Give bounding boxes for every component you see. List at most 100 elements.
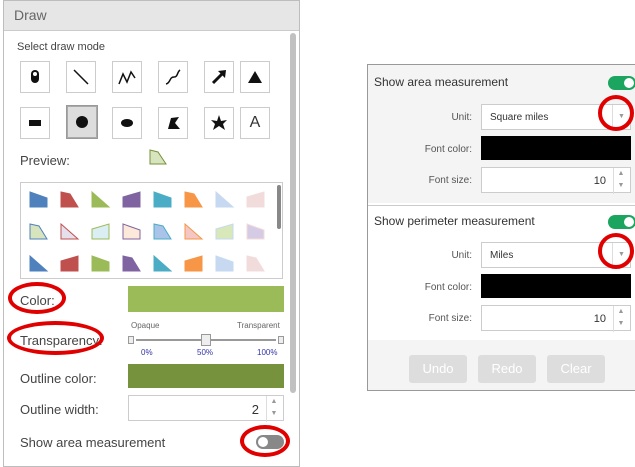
divider — [368, 205, 635, 206]
perimeter-font-size-stepper[interactable]: ▲ ▼ — [613, 306, 628, 332]
fill-symbol-option[interactable] — [122, 191, 142, 209]
transparency-slider[interactable] — [128, 334, 284, 346]
outline-color-label: Outline color: — [20, 371, 97, 386]
polyline-tool-button[interactable] — [112, 61, 142, 93]
fill-symbol-option[interactable] — [29, 255, 49, 273]
fill-symbol-option[interactable] — [246, 191, 266, 209]
freehand-line-icon — [165, 69, 181, 85]
show-perimeter-toggle[interactable] — [608, 215, 635, 229]
triangle-tool-button[interactable] — [240, 61, 270, 93]
tick-50: 50% — [197, 348, 214, 357]
tick-0: 0% — [141, 348, 153, 357]
fill-symbol-option[interactable] — [91, 191, 111, 209]
gallery-scrollbar[interactable] — [277, 185, 281, 229]
fill-symbol-option[interactable] — [153, 255, 173, 273]
polygon-tool-button[interactable] — [158, 107, 188, 139]
fill-symbol-option[interactable] — [60, 255, 80, 273]
arrow-tool-button[interactable] — [204, 61, 234, 93]
fill-symbol-option[interactable] — [91, 255, 111, 273]
outline-color-swatch[interactable] — [128, 364, 284, 388]
annotation-circle-perimeter-unit — [598, 233, 634, 269]
ellipse-icon — [121, 119, 133, 127]
fill-symbol-option[interactable] — [215, 191, 235, 209]
fill-symbol-option[interactable] — [29, 223, 49, 241]
panel-title: Draw — [4, 1, 299, 31]
circle-icon — [76, 116, 88, 128]
area-font-color-swatch[interactable] — [481, 136, 631, 160]
show-area-label: Show area measurement — [20, 435, 166, 450]
show-perimeter-label: Show perimeter measurement — [374, 214, 535, 228]
outline-width-stepper[interactable]: ▲ ▼ — [266, 396, 281, 422]
line-tool-button[interactable] — [66, 61, 96, 93]
circle-tool-button[interactable] — [66, 105, 98, 139]
perimeter-font-size-input[interactable]: 10 ▲ ▼ — [481, 305, 631, 332]
fill-symbol-option[interactable] — [153, 191, 173, 209]
fill-color-swatch[interactable] — [128, 286, 284, 312]
polyline-icon — [118, 70, 136, 85]
show-area-label: Show area measurement — [374, 75, 509, 89]
rectangle-icon — [29, 120, 41, 126]
ellipse-tool-button[interactable] — [112, 107, 142, 139]
slider-increment[interactable] — [278, 336, 284, 344]
toggle-knob — [624, 78, 634, 88]
area-font-color-label: Font color: — [424, 144, 472, 155]
preview-symbol — [149, 149, 167, 165]
fill-symbol-option[interactable] — [122, 255, 142, 273]
perimeter-unit-value: Miles — [490, 250, 514, 261]
perimeter-font-color-label: Font color: — [424, 282, 472, 293]
area-unit-label: Unit: — [451, 112, 472, 123]
area-unit-value: Square miles — [490, 112, 549, 123]
point-icon — [31, 70, 39, 83]
fill-symbol-option[interactable] — [60, 191, 80, 209]
rectangle-tool-button[interactable] — [20, 107, 50, 139]
perimeter-font-color-swatch[interactable] — [481, 274, 631, 298]
annotation-circle-transparency — [7, 321, 104, 355]
fill-symbol-option[interactable] — [122, 223, 142, 241]
annotation-circle-color — [8, 282, 66, 314]
fill-symbol-option[interactable] — [184, 191, 204, 209]
fill-symbol-option[interactable] — [184, 223, 204, 241]
fill-symbol-option[interactable] — [246, 255, 266, 273]
annotation-circle-area-toggle — [240, 425, 290, 457]
tick-100: 100% — [257, 348, 278, 357]
fill-symbol-option[interactable] — [91, 223, 111, 241]
area-font-size-label: Font size: — [428, 175, 472, 186]
show-area-toggle[interactable] — [608, 76, 635, 90]
fill-symbol-option[interactable] — [215, 255, 235, 273]
undo-button[interactable]: Undo — [409, 355, 467, 383]
freehand-polygon-icon — [211, 115, 227, 130]
annotation-circle-area-unit — [598, 95, 634, 131]
text-tool-button[interactable]: A — [240, 107, 270, 139]
fill-symbol-option[interactable] — [153, 223, 173, 241]
area-font-size-value: 10 — [593, 175, 606, 187]
outline-width-label: Outline width: — [20, 402, 99, 417]
fill-symbol-option[interactable] — [60, 223, 80, 241]
perimeter-unit-label: Unit: — [451, 250, 472, 261]
freehand-line-tool-button[interactable] — [158, 61, 188, 93]
toggle-knob — [624, 217, 634, 227]
freehand-polygon-tool-button[interactable] — [204, 107, 234, 139]
slider-thumb[interactable] — [201, 334, 211, 346]
preview-label: Preview: — [20, 153, 70, 168]
slider-decrement[interactable] — [128, 336, 134, 344]
fill-symbol-option[interactable] — [215, 223, 235, 241]
outline-width-input[interactable]: 2 ▲ ▼ — [128, 395, 284, 422]
line-icon — [73, 69, 89, 85]
measurement-panel: Show area measurement Unit: Square miles… — [367, 64, 635, 391]
fill-symbol-option[interactable] — [29, 191, 49, 209]
area-font-size-input[interactable]: 10 ▲ ▼ — [481, 167, 631, 194]
point-tool-button[interactable] — [20, 61, 50, 93]
area-font-size-stepper[interactable]: ▲ ▼ — [613, 168, 628, 194]
draw-panel: Draw Select draw mode A Preview: Color: … — [3, 0, 300, 467]
triangle-icon — [248, 71, 262, 83]
fill-symbol-option[interactable] — [184, 255, 204, 273]
clear-button[interactable]: Clear — [547, 355, 605, 383]
scrollbar[interactable] — [290, 33, 296, 393]
redo-button[interactable]: Redo — [478, 355, 536, 383]
select-mode-label: Select draw mode — [17, 41, 106, 53]
polygon-icon — [168, 117, 180, 129]
outline-width-value: 2 — [251, 402, 259, 417]
transparent-label: Transparent — [237, 321, 280, 330]
perimeter-font-size-label: Font size: — [428, 313, 472, 324]
fill-symbol-option[interactable] — [246, 223, 266, 241]
